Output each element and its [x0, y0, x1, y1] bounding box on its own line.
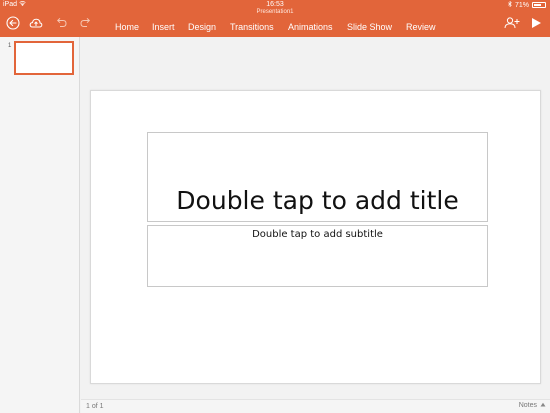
bluetooth-icon [508, 0, 512, 9]
tab-insert[interactable]: Insert [152, 22, 175, 32]
slide-thumbnail[interactable] [14, 41, 74, 75]
battery-percent: 71% [514, 1, 529, 9]
notes-label: Notes [518, 402, 537, 409]
battery-icon [532, 2, 546, 8]
clock: 16:53 [266, 1, 284, 8]
notes-button[interactable]: Notes [519, 402, 546, 409]
subtitle-placeholder[interactable]: Double tap to add subtitle [147, 225, 488, 287]
tab-home[interactable]: Home [115, 22, 139, 32]
powerpoint-app: iPad 16:53 71% Presentation1 Home Insert… [0, 0, 550, 413]
title-placeholder[interactable]: Double tap to add title [147, 132, 488, 222]
subtitle-placeholder-text: Double tap to add subtitle [252, 229, 383, 240]
top-bar: iPad 16:53 71% Presentation1 Home Insert… [0, 0, 550, 37]
caret-up-icon [540, 402, 546, 409]
slide-number: 1 [8, 43, 12, 49]
battery-status: 71% [508, 0, 546, 9]
tab-transitions[interactable]: Transitions [230, 22, 274, 32]
slide-thumbnail-rail: 1 [0, 37, 80, 413]
slide[interactable]: Double tap to add title Double tap to ad… [90, 90, 541, 384]
tab-animations[interactable]: Animations [288, 22, 333, 32]
slide-canvas: Double tap to add title Double tap to ad… [81, 37, 550, 399]
bottom-bar [81, 399, 550, 413]
tab-slide-show[interactable]: Slide Show [347, 22, 392, 32]
tab-review[interactable]: Review [406, 22, 436, 32]
title-placeholder-text: Double tap to add title [176, 186, 459, 215]
ribbon-tabs: Home Insert Design Transitions Animation… [0, 22, 550, 34]
page-count: 1 of 1 [86, 403, 104, 410]
battery-fill [534, 4, 542, 6]
tab-design[interactable]: Design [188, 22, 216, 32]
